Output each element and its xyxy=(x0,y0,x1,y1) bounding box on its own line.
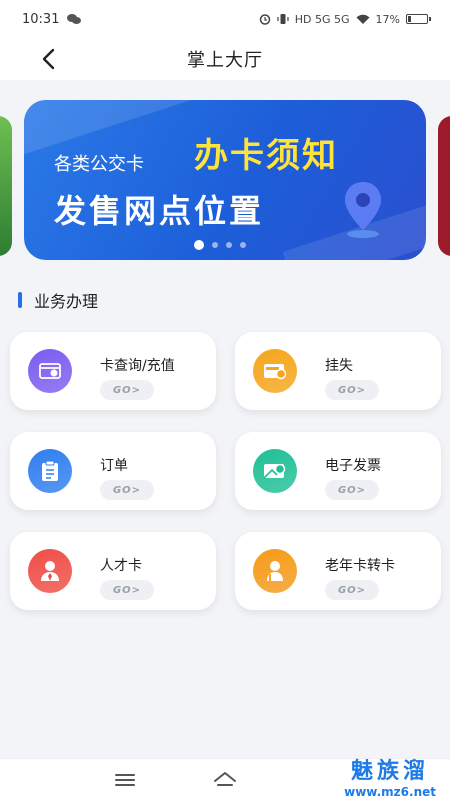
go-button[interactable]: GO> xyxy=(325,380,379,400)
elder-icon xyxy=(253,549,297,593)
app-header: 掌上大厅 xyxy=(0,38,450,80)
status-time: 10:31 xyxy=(22,11,60,27)
system-navigation-bar: 魅族溜 www.mz6.net xyxy=(0,758,450,800)
service-label: 挂失 xyxy=(325,358,353,374)
wechat-notification-icon xyxy=(67,14,82,24)
previous-slide-preview[interactable] xyxy=(0,116,12,256)
chevron-left-icon xyxy=(42,48,55,70)
watermark-url: www.mz6.net xyxy=(344,785,436,799)
banner-subheadline: 发售网点位置 xyxy=(54,192,265,230)
carousel-indicator xyxy=(194,240,246,250)
invoice-yen-icon xyxy=(253,449,297,493)
service-card-senior-card-transfer[interactable]: 老年卡转卡 GO> xyxy=(235,532,441,610)
banner-slide[interactable]: 各类公交卡 办卡须知 发售网点位置 xyxy=(24,100,426,260)
go-button[interactable]: GO> xyxy=(325,480,379,500)
carousel-dot[interactable] xyxy=(240,242,246,248)
go-button[interactable]: GO> xyxy=(100,480,154,500)
next-slide-preview[interactable] xyxy=(438,116,450,256)
service-label: 电子发票 xyxy=(325,458,381,474)
service-card-e-invoice[interactable]: 电子发票 GO> xyxy=(235,432,441,510)
banner-carousel[interactable]: 各类公交卡 办卡须知 发售网点位置 xyxy=(0,96,450,268)
service-label: 卡查询/充值 xyxy=(100,358,175,374)
go-button[interactable]: GO> xyxy=(325,580,379,600)
carousel-dot[interactable] xyxy=(194,240,204,250)
battery-icon xyxy=(406,14,431,24)
status-bar: 10:31 HD 5G 5G 17% xyxy=(0,0,450,38)
vibrate-icon xyxy=(277,14,289,24)
page-title: 掌上大厅 xyxy=(187,50,263,71)
section-title: 业务办理 xyxy=(34,292,99,311)
alarm-icon xyxy=(259,14,271,25)
service-label: 老年卡转卡 xyxy=(325,558,395,574)
card-yen-icon xyxy=(28,349,72,393)
network-indicator: HD 5G 5G xyxy=(294,12,350,26)
menu-icon[interactable] xyxy=(113,769,137,791)
watermark-name: 魅族溜 xyxy=(351,759,430,784)
section-accent-bar xyxy=(18,292,22,308)
banner-headline: 办卡须知 xyxy=(194,136,338,176)
battery-percent: 17% xyxy=(375,12,400,26)
service-label: 订单 xyxy=(100,458,128,474)
service-card-talent-card[interactable]: 人才卡 GO> xyxy=(10,532,216,610)
go-button[interactable]: GO> xyxy=(100,380,154,400)
wifi-icon xyxy=(356,14,370,24)
service-label: 人才卡 xyxy=(100,558,142,574)
banner-small-text: 各类公交卡 xyxy=(54,154,144,175)
service-card-card-query[interactable]: 卡查询/充值 GO> xyxy=(10,332,216,410)
section-header: 业务办理 xyxy=(18,288,98,312)
service-card-orders[interactable]: 订单 GO> xyxy=(10,432,216,510)
home-icon[interactable] xyxy=(212,769,238,791)
back-button[interactable] xyxy=(30,42,66,76)
site-watermark: 魅族溜 www.mz6.net xyxy=(344,759,436,799)
carousel-dot[interactable] xyxy=(212,242,218,248)
carousel-dot[interactable] xyxy=(226,242,232,248)
clipboard-icon xyxy=(28,449,72,493)
location-pin-icon xyxy=(345,182,381,238)
person-card-icon xyxy=(28,549,72,593)
wallet-lock-icon xyxy=(253,349,297,393)
service-card-report-loss[interactable]: 挂失 GO> xyxy=(235,332,441,410)
go-button[interactable]: GO> xyxy=(100,580,154,600)
